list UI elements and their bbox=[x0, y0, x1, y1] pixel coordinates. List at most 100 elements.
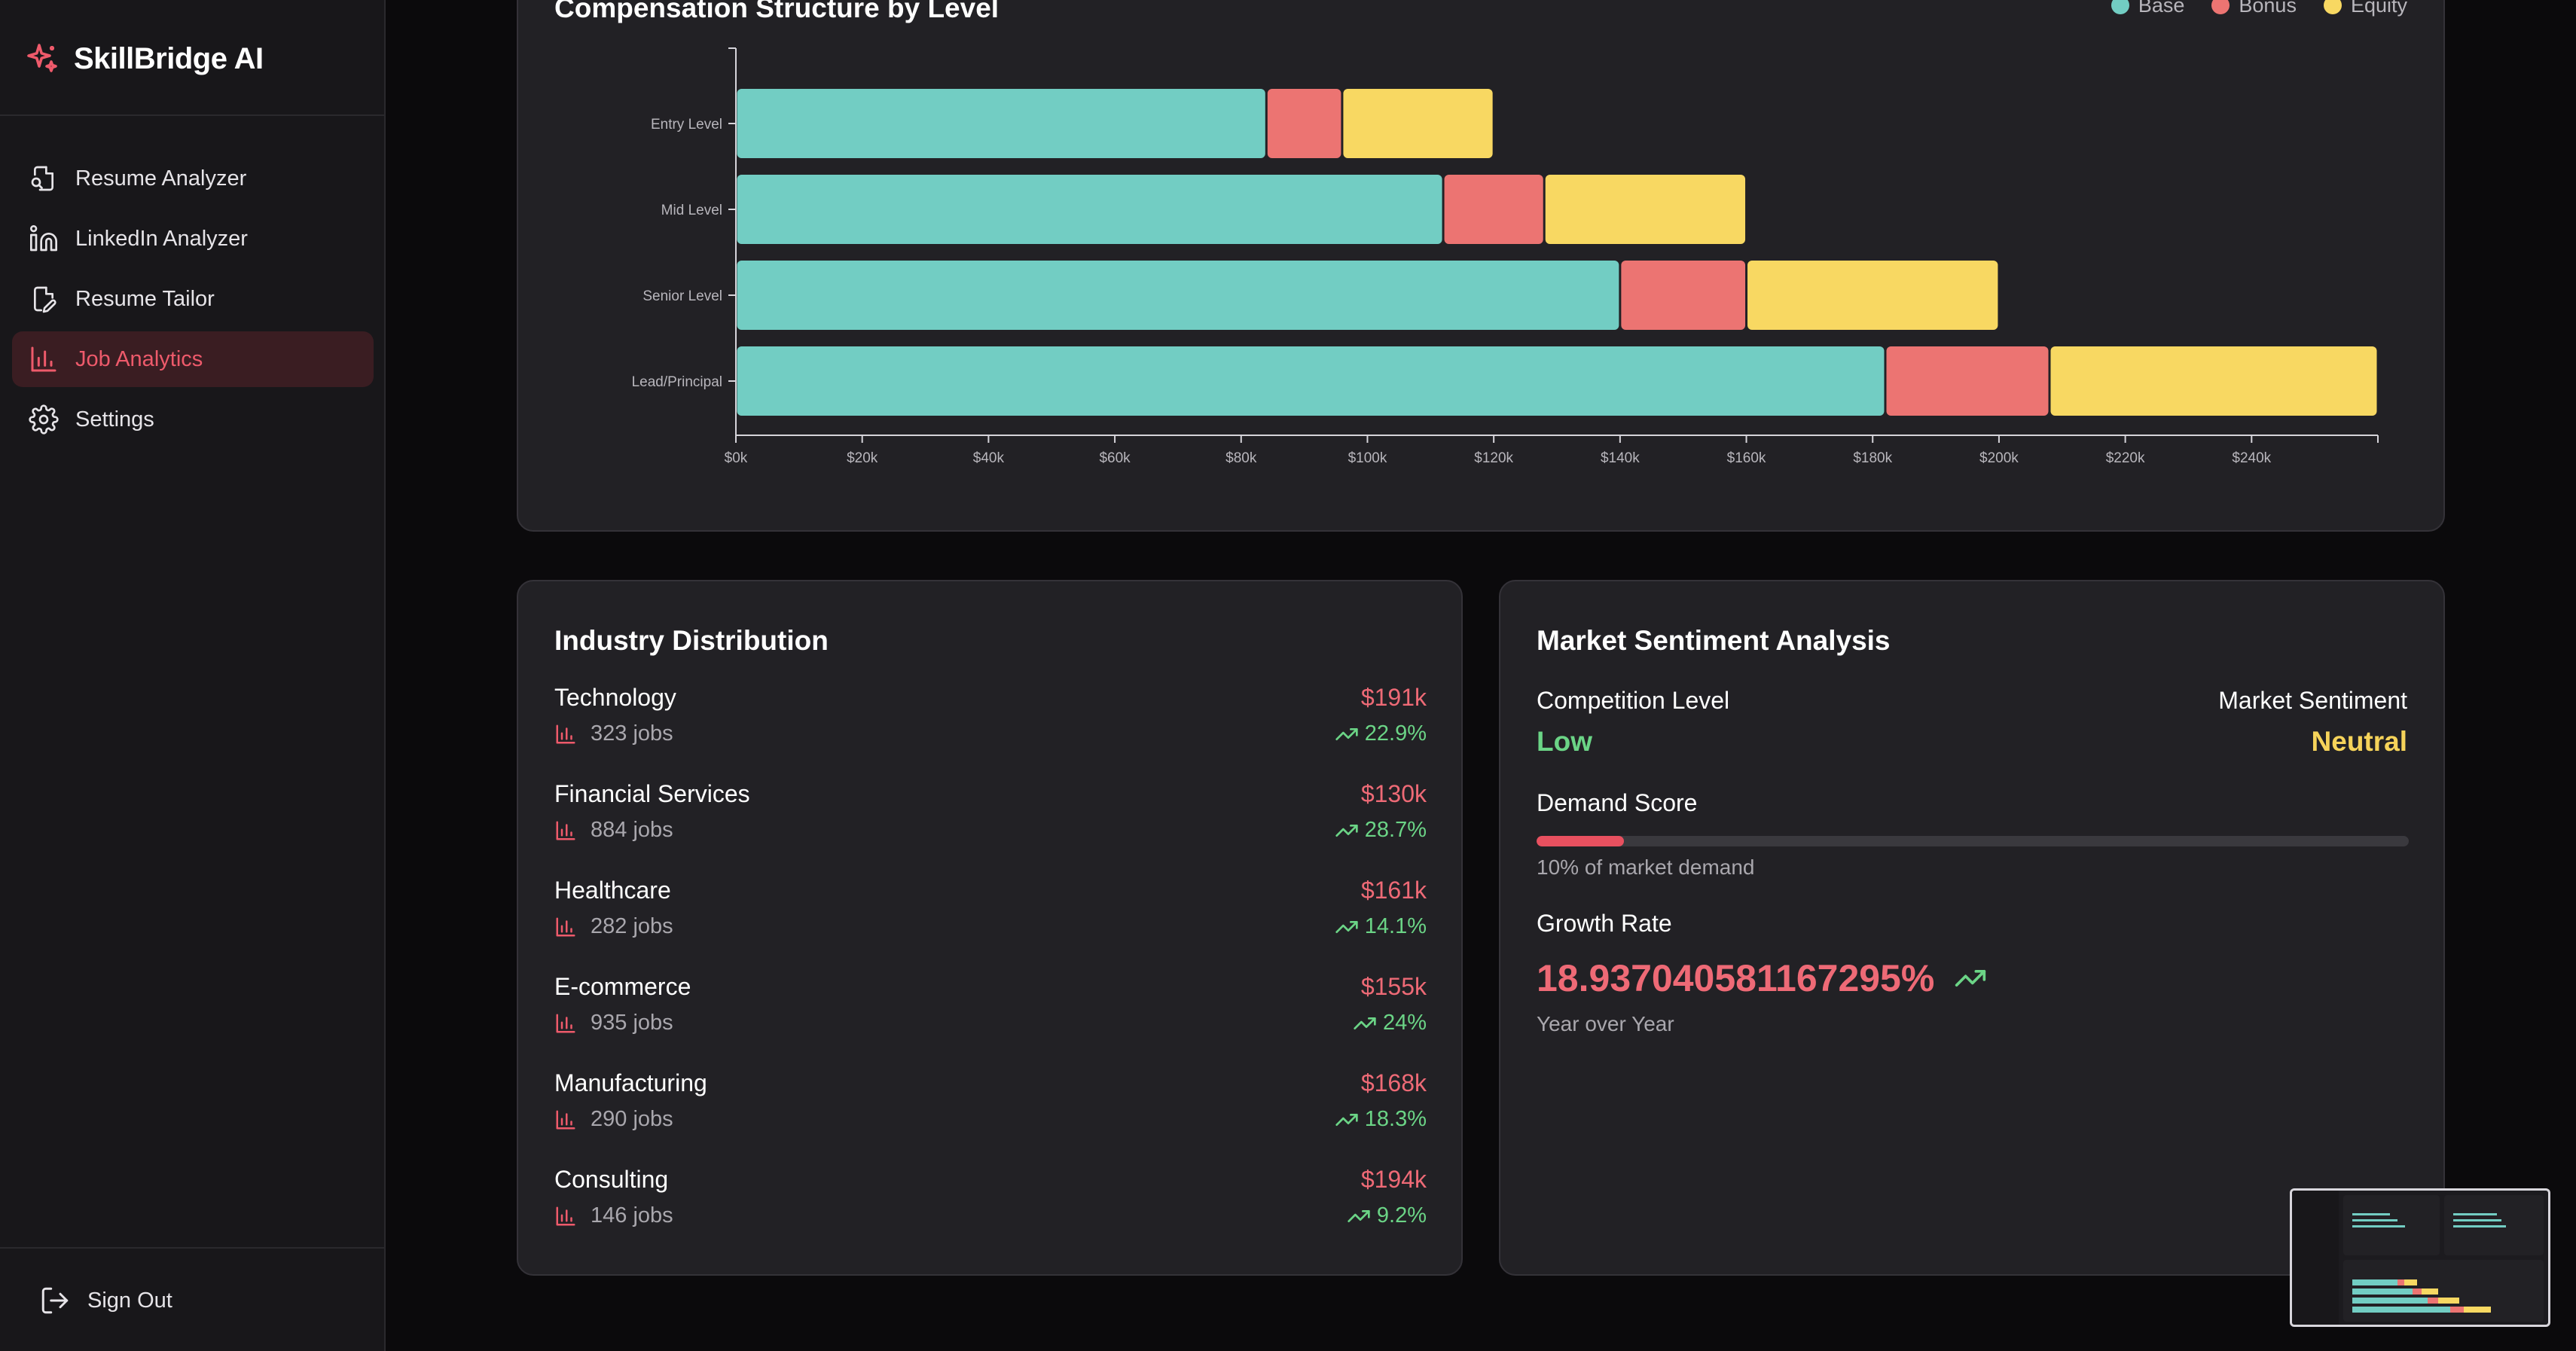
job-count: 935 jobs bbox=[591, 1011, 673, 1035]
bar-bonus bbox=[1444, 175, 1543, 244]
industry-name: E-commerce bbox=[554, 973, 691, 1000]
trending-up-icon bbox=[1335, 1113, 1358, 1126]
industry-jobs: 282 jobs bbox=[554, 914, 673, 939]
minimap-preview bbox=[2292, 1191, 2544, 1325]
industry-growth: 9.2% bbox=[1347, 1203, 1427, 1228]
job-count: 290 jobs bbox=[591, 1107, 673, 1131]
x-tick-label: $120k bbox=[1474, 450, 1513, 466]
industry-salary: $191k bbox=[1360, 684, 1427, 711]
trending-up-icon bbox=[1335, 824, 1358, 837]
industry-jobs: 290 jobs bbox=[554, 1107, 673, 1132]
sidebar: SkillBridge AI Resume Analyzer LinkedIn … bbox=[0, 0, 386, 1351]
industry-jobs: 935 jobs bbox=[554, 1011, 673, 1035]
demand-note: 10% of market demand bbox=[1537, 855, 1755, 879]
growth-rate-note: Year over Year bbox=[1537, 1012, 1674, 1035]
industry-salary: $130k bbox=[1360, 780, 1427, 807]
bar-chart-icon bbox=[556, 724, 575, 743]
y-tick-label: Mid Level bbox=[661, 203, 722, 218]
file-edit-icon bbox=[34, 286, 56, 313]
bar-base bbox=[737, 346, 1885, 416]
x-tick-label: $20k bbox=[847, 450, 878, 466]
industry-growth: 28.7% bbox=[1335, 818, 1427, 843]
demand-progress-fill bbox=[1537, 836, 1624, 846]
divider bbox=[0, 114, 384, 116]
job-count: 146 jobs bbox=[591, 1203, 673, 1227]
list-item: Financial Services $130k 884 jobs 28.7% bbox=[554, 780, 1427, 877]
x-tick-label: $200k bbox=[1979, 450, 2019, 466]
sidebar-item-resume-tailor[interactable]: Resume Tailor bbox=[12, 271, 374, 327]
sign-out-button[interactable]: Sign Out bbox=[39, 1280, 172, 1321]
linkedin-icon bbox=[30, 225, 57, 252]
sidebar-item-linkedin-analyzer[interactable]: LinkedIn Analyzer bbox=[12, 211, 374, 267]
card-title: Industry Distribution bbox=[554, 625, 829, 656]
brand-name: SkillBridge AI bbox=[74, 41, 264, 75]
industry-name: Financial Services bbox=[554, 780, 750, 807]
log-out-icon bbox=[41, 1287, 69, 1314]
sidebar-item-job-analytics[interactable]: Job Analytics bbox=[12, 331, 374, 387]
y-tick-label: Senior Level bbox=[642, 288, 722, 304]
market-sentiment-value: Neutral bbox=[2311, 726, 2407, 757]
trending-up-icon bbox=[1354, 1017, 1376, 1029]
list-item: Manufacturing $168k 290 jobs 18.3% bbox=[554, 1069, 1427, 1166]
industry-name: Manufacturing bbox=[554, 1069, 707, 1096]
y-tick-label: Entry Level bbox=[651, 117, 722, 133]
bar-bonus bbox=[1267, 89, 1341, 158]
page-minimap[interactable] bbox=[2290, 1188, 2550, 1327]
industry-salary: $161k bbox=[1360, 877, 1427, 904]
growth-percent: 14.1% bbox=[1364, 914, 1427, 938]
bar-equity bbox=[2050, 346, 2377, 416]
brand[interactable]: SkillBridge AI bbox=[24, 39, 264, 78]
bar-chart-icon bbox=[556, 1110, 575, 1129]
bar-chart-icon bbox=[31, 346, 56, 372]
job-count: 282 jobs bbox=[591, 914, 673, 938]
industry-jobs: 146 jobs bbox=[554, 1203, 673, 1228]
growth-rate-label: Growth Rate bbox=[1537, 910, 1672, 937]
bar-base bbox=[737, 175, 1442, 244]
industry-growth: 22.9% bbox=[1335, 721, 1427, 746]
bar-equity bbox=[1343, 89, 1493, 158]
growth-rate-number: 18.937040581167295% bbox=[1537, 957, 1935, 999]
bar-chart-icon bbox=[556, 917, 575, 936]
x-tick-label: $160k bbox=[1727, 450, 1766, 466]
bar-base bbox=[737, 261, 1619, 330]
bar-bonus bbox=[1621, 261, 1746, 330]
industry-name: Consulting bbox=[554, 1166, 669, 1193]
industry-list: Technology $191k 323 jobs 22.9% Financial Se… bbox=[554, 684, 1427, 1262]
industry-salary: $168k bbox=[1360, 1069, 1427, 1096]
growth-percent: 22.9% bbox=[1364, 721, 1427, 746]
trending-up-icon bbox=[1335, 727, 1358, 740]
x-tick-label: $240k bbox=[2232, 450, 2271, 466]
trending-up-icon bbox=[1335, 920, 1358, 933]
competition-level-value: Low bbox=[1537, 726, 1592, 757]
sidebar-item-label: Resume Tailor bbox=[75, 286, 215, 311]
list-item: Technology $191k 323 jobs 22.9% bbox=[554, 684, 1427, 780]
growth-percent: 18.3% bbox=[1364, 1107, 1427, 1131]
industry-distribution-card: Industry Distribution Technology $191k 323… bbox=[517, 580, 1463, 1276]
sidebar-item-resume-analyzer[interactable]: Resume Analyzer bbox=[12, 151, 374, 206]
x-tick-label: $100k bbox=[1348, 450, 1387, 466]
industry-name: Healthcare bbox=[554, 877, 671, 904]
file-search-icon bbox=[31, 166, 53, 191]
sidebar-item-settings[interactable]: Settings bbox=[12, 392, 374, 447]
bar-bonus bbox=[1886, 346, 2049, 416]
list-item: Healthcare $161k 282 jobs 14.1% bbox=[554, 877, 1427, 973]
sidebar-nav: Resume Analyzer LinkedIn Analyzer Resume… bbox=[12, 151, 374, 452]
industry-growth: 24% bbox=[1353, 1011, 1427, 1035]
compensation-chart: $0k $20k $40k $60k $80k $100k $120k $140k $160k $… bbox=[632, 47, 2379, 466]
y-tick-label: Lead/Principal bbox=[632, 374, 722, 390]
bar-equity bbox=[1545, 175, 1746, 244]
bar-base bbox=[737, 89, 1265, 158]
job-count: 323 jobs bbox=[591, 721, 673, 746]
sidebar-item-label: Settings bbox=[75, 407, 154, 432]
divider bbox=[0, 1247, 384, 1249]
industry-salary: $155k bbox=[1360, 973, 1427, 1000]
sidebar-item-label: Resume Analyzer bbox=[75, 166, 247, 191]
industry-salary: $194k bbox=[1360, 1166, 1427, 1193]
sparkles-icon bbox=[27, 44, 57, 72]
sidebar-item-label: Job Analytics bbox=[75, 346, 203, 371]
growth-percent: 9.2% bbox=[1376, 1203, 1427, 1227]
demand-progress-bar bbox=[1537, 836, 2409, 846]
industry-growth: 18.3% bbox=[1335, 1107, 1427, 1132]
trending-up-icon bbox=[1348, 1209, 1370, 1222]
x-tick-label: $220k bbox=[2106, 450, 2145, 466]
